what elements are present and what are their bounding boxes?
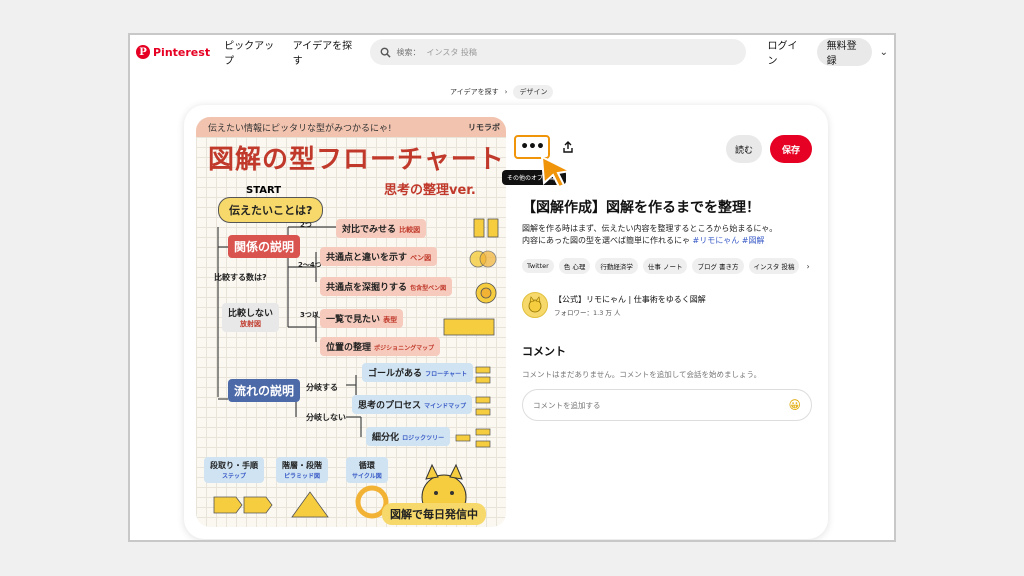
breadcrumb-explore[interactable]: アイデアを探す [450, 87, 499, 97]
chevron-right-icon: › [504, 88, 508, 96]
pin-image[interactable]: 伝えたい情報にピッタリな型がみつかるにゃ! リモラボ 図解の型フローチャート 思… [196, 117, 506, 527]
node-venn-show: 共通点と違いを示す ベン図 [320, 247, 438, 266]
node-goal: ゴールがある フローチャート [362, 363, 474, 382]
pin-hashtags[interactable]: #リモにゃん #図解 [693, 236, 765, 245]
tag-item[interactable]: Twitter [522, 259, 554, 273]
follower-count: フォロワー：1.3 万 人 [554, 308, 621, 317]
node-venn-deep: 共通点を深掘りする 包含型ベン図 [320, 277, 453, 296]
no-comments-text: コメントはまだありません。コメントを追加して会話を始めましょう。 [522, 370, 762, 379]
pin-card: 伝えたい情報にピッタリな型がみつかるにゃ! リモラボ 図解の型フローチャート 思… [184, 105, 828, 539]
cursor-pointer-icon [540, 155, 574, 189]
share-icon[interactable] [558, 137, 578, 157]
comment-input[interactable]: コメントを追加する 😀 [522, 389, 812, 421]
node-flow: 流れの説明 [228, 379, 301, 402]
pinterest-logo-icon: P [136, 45, 150, 59]
node-thinking: 思考のプロセス マインドマップ [352, 395, 473, 414]
node-position: 位置の整理 ポジショニングマップ [320, 337, 441, 356]
creator-text: 【公式】リモにゃん | 仕事術をゆるく図解 フォロワー：1.3 万 人 [554, 294, 706, 317]
top-nav: P Pinterest ピックアップ アイデアを探す 検索： インスタ 投稿 ロ… [130, 35, 894, 69]
node-steps: 段取り・手順 ステップ [204, 457, 264, 483]
tag-item[interactable]: 行動経済学 [595, 258, 638, 274]
creator-info[interactable]: 【公式】リモにゃん | 仕事術をゆるく図解 フォロワー：1.3 万 人 [522, 292, 706, 318]
logo-text: Pinterest [153, 45, 211, 59]
avatar[interactable] [522, 292, 548, 318]
node-hierarchy: 階層・段階 ピラミッド図 [276, 457, 328, 483]
cat-avatar-icon [528, 296, 542, 313]
tag-item[interactable]: ブログ 書き方 [692, 258, 744, 274]
tag-item[interactable]: インスタ 投稿 [748, 258, 800, 274]
browser-frame: P Pinterest ピックアップ アイデアを探す 検索： インスタ 投稿 ロ… [128, 33, 896, 542]
node-list-view: 一覧で見たい 表型 [320, 309, 404, 328]
node-compare-contrast: 対比でみせる 比較図 [336, 219, 427, 238]
search-label: 検索： [396, 47, 421, 57]
breadcrumb: アイデアを探す › デザイン [450, 85, 554, 99]
pinterest-logo[interactable]: P Pinterest [136, 45, 210, 59]
breadcrumb-design[interactable]: デザイン [513, 85, 554, 99]
node-no-compare: 比較しない 放射図 [222, 303, 280, 332]
nav-pickup[interactable]: ピックアップ [224, 37, 277, 67]
read-button[interactable]: 読む [726, 135, 762, 163]
nav-explore-ideas[interactable]: アイデアを探す [293, 37, 354, 67]
chevron-down-icon[interactable]: ⌄ [880, 47, 888, 58]
node-relation: 関係の説明 [228, 235, 301, 258]
search-icon [380, 47, 391, 58]
image-footer: 図解で毎日発信中 [382, 503, 486, 525]
node-detail: 細分化 ロジックツリー [366, 427, 451, 446]
creator-name[interactable]: 【公式】リモにゃん | 仕事術をゆるく図解 [554, 294, 706, 305]
node-compare-count: 比較する数は? [214, 273, 267, 282]
tag-item[interactable]: 色 心理 [558, 258, 591, 274]
search-input[interactable]: インスタ 投稿 [427, 47, 477, 58]
save-button[interactable]: 保存 [770, 135, 812, 163]
node-no-branch: 分岐しない [306, 413, 346, 422]
node-cycle: 循環 サイクル図 [346, 457, 388, 483]
node-two: 2つ [300, 221, 312, 229]
comments-heading: コメント [522, 345, 566, 358]
emoji-icon[interactable]: 😀 [788, 398, 801, 412]
comment-placeholder[interactable]: コメントを追加する [533, 400, 601, 411]
signup-button[interactable]: 無料登録 [816, 38, 872, 67]
pin-title: 【図解作成】図解を作るまでを整理！ [522, 200, 760, 216]
tag-item[interactable]: 仕事 ノート [642, 258, 688, 274]
login-link[interactable]: ログイン [768, 37, 803, 67]
pin-description: 図解を作る時はまず、伝えたい内容を整理するところから始まるにゃ。 内容にあった図… [522, 223, 812, 247]
search-bar[interactable]: 検索： インスタ 投稿 [369, 39, 746, 65]
node-branch: 分岐する [306, 383, 338, 392]
pin-description-line2: 内容にあった図の型を選べば簡単に作れるにゃ #リモにゃん #図解 [522, 236, 765, 245]
pin-description-line1: 図解を作る時はまず、伝えたい内容を整理するところから始まるにゃ。 [522, 224, 778, 233]
chevron-right-icon[interactable]: › [806, 262, 809, 271]
share-arrow-icon [563, 141, 573, 153]
tag-list: Twitter 色 心理 行動経済学 仕事 ノート ブログ 書き方 インスタ 投… [522, 258, 810, 274]
